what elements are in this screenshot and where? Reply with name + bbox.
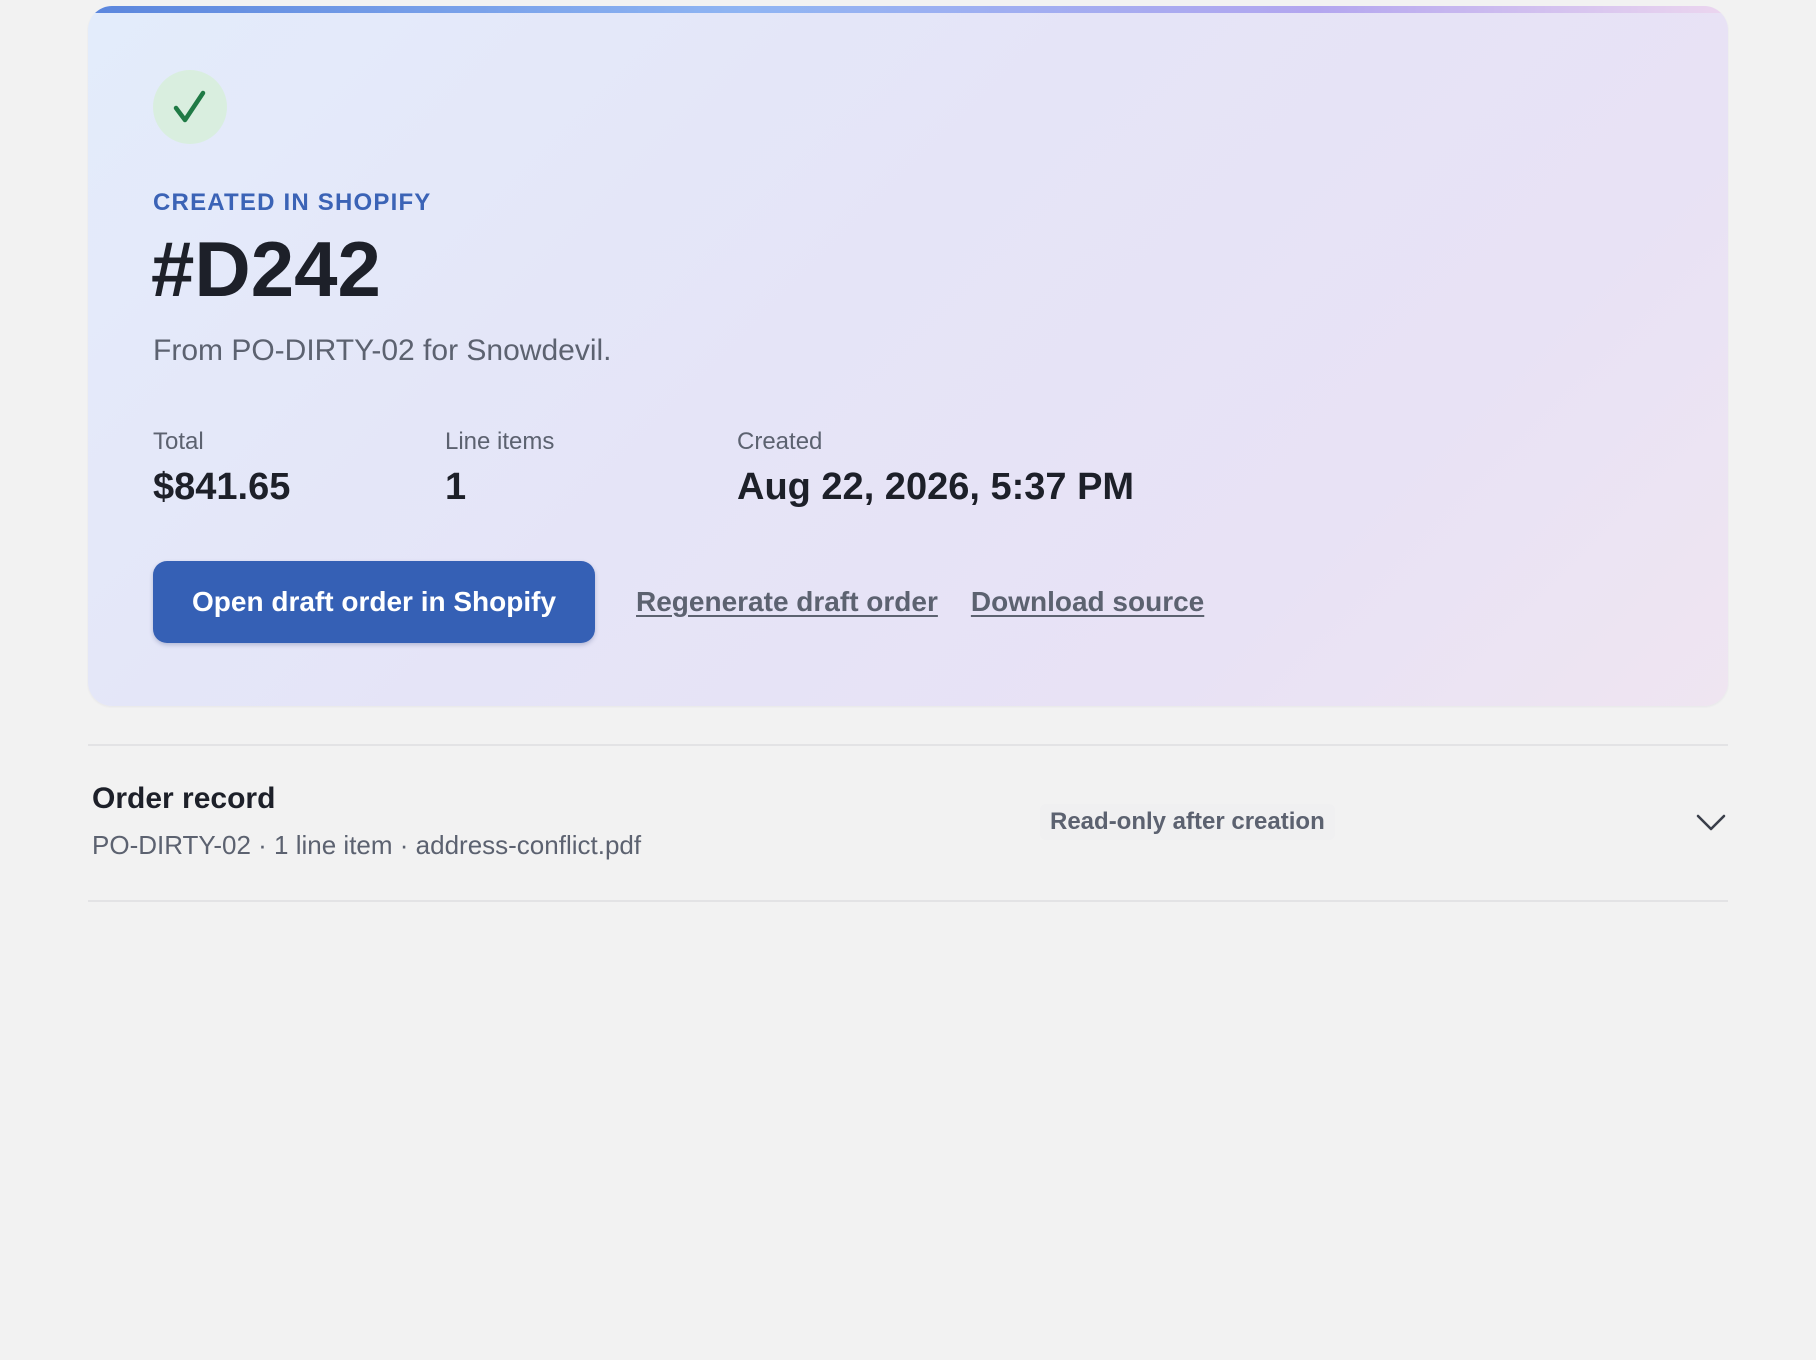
checkmark-icon	[173, 90, 206, 123]
stat-created-value: Aug 22, 2026, 5:37 PM	[737, 466, 1135, 508]
card-accent-bar	[88, 6, 1728, 13]
order-subtitle: From PO-DIRTY-02 for Snowdevil.	[153, 334, 612, 367]
stat-line-items: Line items 1	[445, 428, 737, 509]
read-only-badge: Read-only after creation	[1040, 804, 1335, 840]
stat-created-label: Created	[737, 428, 823, 455]
status-eyebrow: CREATED IN SHOPIFY	[153, 189, 432, 216]
order-record-title: Order record	[92, 782, 276, 815]
regenerate-draft-order-link[interactable]: Regenerate draft order	[636, 586, 938, 618]
success-badge	[153, 70, 227, 144]
success-card: CREATED IN SHOPIFY #D242 From PO-DIRTY-0…	[88, 6, 1728, 706]
order-actions: Open draft order in Shopify Regenerate d…	[153, 561, 1204, 643]
order-stats: Total $841.65 Line items 1 Created Aug 2…	[153, 428, 1134, 509]
order-record-row[interactable]: Order record PO-DIRTY-02 · 1 line item ·…	[88, 744, 1728, 902]
stat-total: Total $841.65	[153, 428, 445, 509]
stat-line-items-label: Line items	[445, 428, 555, 455]
stat-total-value: $841.65	[153, 466, 291, 508]
chevron-down-icon[interactable]	[1694, 810, 1728, 834]
download-source-link[interactable]: Download source	[971, 586, 1204, 618]
order-number: #D242	[151, 225, 381, 313]
stat-created: Created Aug 22, 2026, 5:37 PM	[737, 428, 1134, 509]
stat-line-items-value: 1	[445, 466, 467, 508]
order-record-meta: PO-DIRTY-02 · 1 line item · address-conf…	[92, 830, 642, 860]
open-draft-order-button[interactable]: Open draft order in Shopify	[153, 561, 596, 643]
stat-total-label: Total	[153, 428, 204, 455]
page: CREATED IN SHOPIFY #D242 From PO-DIRTY-0…	[88, 0, 1728, 902]
